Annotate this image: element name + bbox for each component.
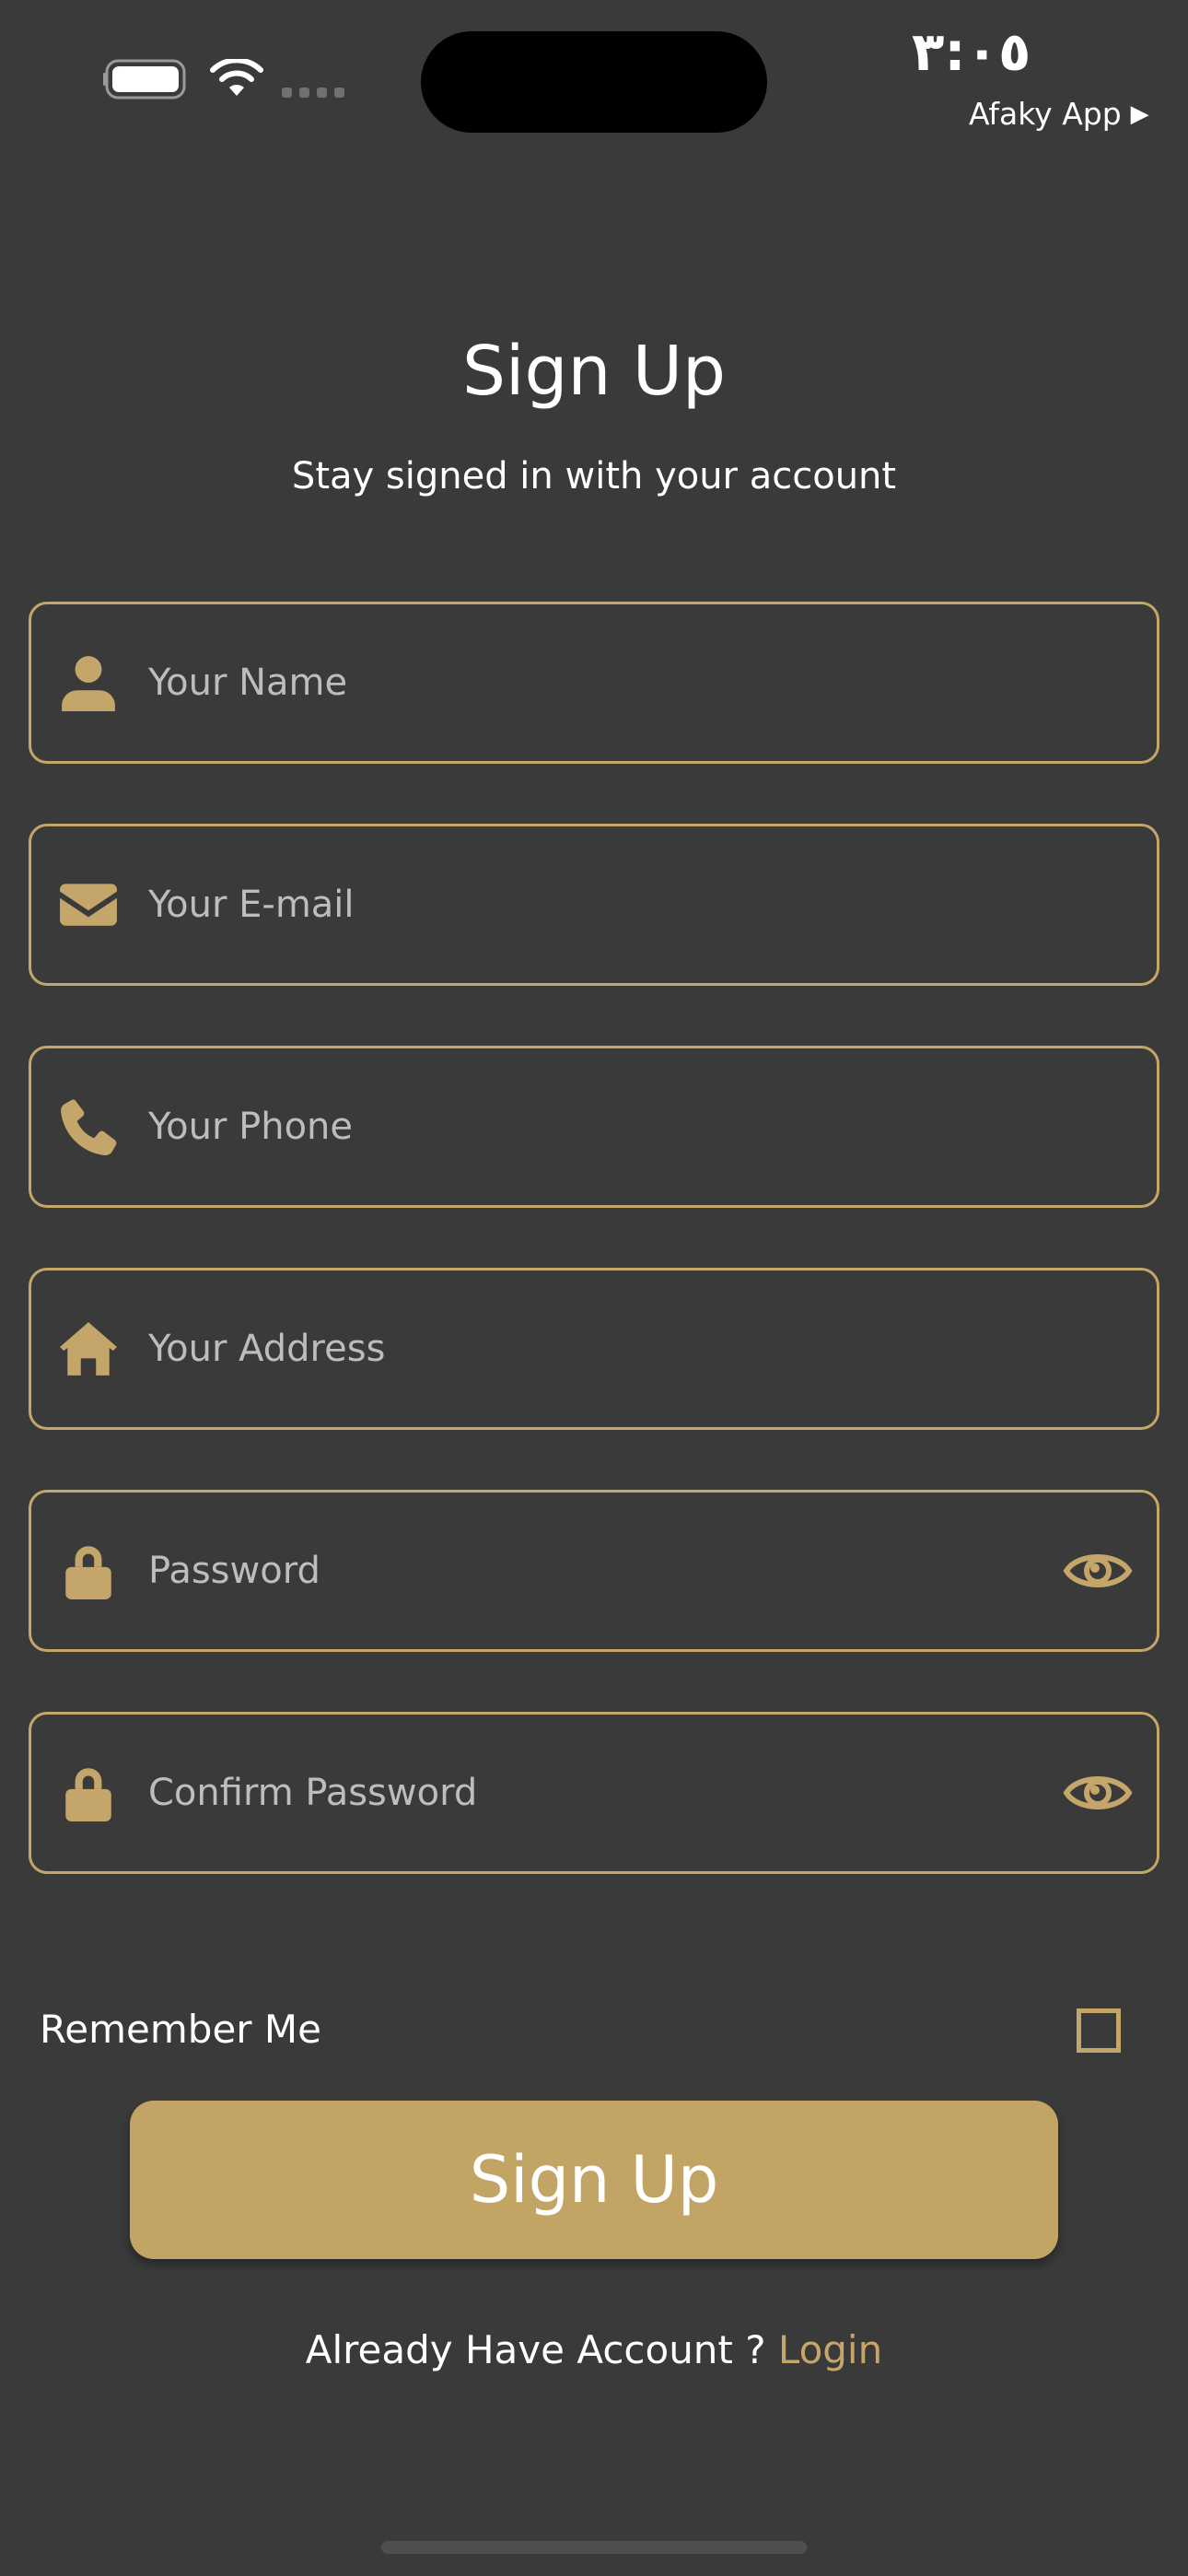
password-input[interactable] [148, 1493, 1063, 1649]
back-to-app-link[interactable]: Afaky App ▶ [969, 96, 1149, 132]
address-field[interactable] [29, 1268, 1159, 1430]
phone-icon [56, 1095, 121, 1159]
lock-icon [56, 1539, 121, 1603]
page-title: Sign Up [461, 332, 727, 411]
login-prompt-text: Already Have Account ? [305, 2327, 778, 2372]
eye-icon[interactable] [1063, 1758, 1133, 1828]
home-indicator[interactable] [381, 2541, 807, 2554]
page-subtitle: Stay signed in with your account [291, 455, 897, 498]
back-app-label: Afaky App [969, 96, 1122, 132]
wifi-icon [210, 59, 263, 96]
play-arrow-icon: ▶ [1130, 100, 1149, 128]
confirm-password-input[interactable] [148, 1715, 1063, 1871]
phone-input[interactable] [148, 1048, 1157, 1205]
confirm-password-field[interactable] [29, 1712, 1159, 1874]
user-icon [56, 650, 121, 715]
cellular-signal-icon [282, 88, 344, 98]
name-field[interactable] [29, 602, 1159, 764]
password-field[interactable] [29, 1490, 1159, 1652]
envelope-icon [56, 872, 121, 937]
remember-me-label: Remember Me [40, 2007, 321, 2052]
eye-icon[interactable] [1063, 1536, 1133, 1606]
name-input[interactable] [148, 604, 1157, 761]
address-input[interactable] [148, 1270, 1157, 1427]
status-time: ٣:٠٥ [912, 20, 1031, 83]
battery-icon [103, 59, 186, 100]
dynamic-island [421, 31, 767, 133]
signup-screen: ٣:٠٥ Afaky App ▶ Sign Up Stay signed in … [0, 0, 1188, 2576]
phone-field[interactable] [29, 1046, 1159, 1208]
lock-icon [56, 1761, 121, 1825]
email-input[interactable] [148, 826, 1157, 983]
remember-me-checkbox[interactable] [1077, 2008, 1121, 2053]
home-icon [56, 1317, 121, 1381]
login-link[interactable]: Login [778, 2327, 882, 2372]
email-field[interactable] [29, 824, 1159, 986]
login-prompt: Already Have Account ? Login [0, 2327, 1188, 2372]
sign-up-button[interactable]: Sign Up [130, 2101, 1058, 2259]
